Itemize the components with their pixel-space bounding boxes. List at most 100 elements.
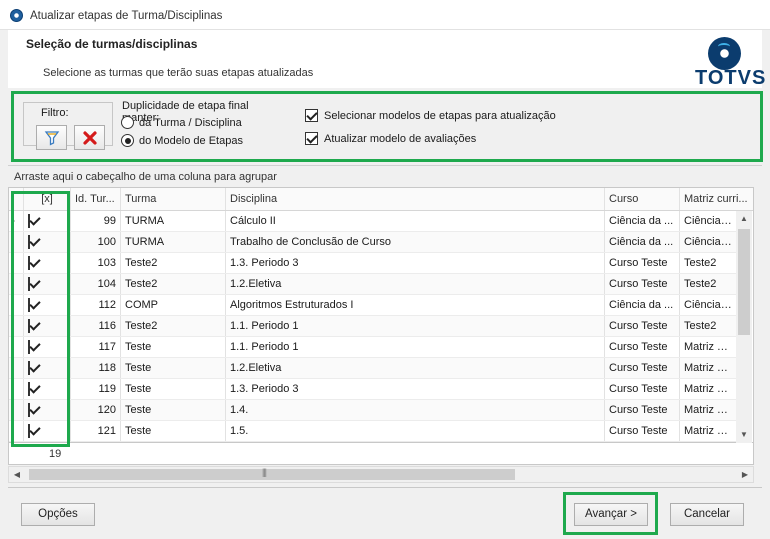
row-indicator <box>9 421 24 441</box>
row-checkbox[interactable] <box>28 403 30 417</box>
current-row-arrow-icon <box>11 218 15 224</box>
scroll-up-arrow-icon[interactable]: ▲ <box>736 211 752 227</box>
row-checkbox[interactable] <box>28 256 30 270</box>
vertical-scroll-thumb[interactable] <box>738 229 750 335</box>
horizontal-scroll-thumb[interactable] <box>29 467 515 480</box>
cell-id: 119 <box>71 379 121 399</box>
select-cell <box>24 337 71 357</box>
checkbox[interactable] <box>305 109 318 122</box>
filter-label: Filtro: <box>39 107 71 119</box>
cell-matriz: Teste2 <box>680 253 737 273</box>
cell-id: 104 <box>71 274 121 294</box>
cell-turma: TURMA <box>121 232 226 252</box>
row-indicator <box>9 295 24 315</box>
grid-header: [x] Id. Tur... Turma Disciplina Curso Ma… <box>9 188 753 211</box>
row-checkbox[interactable] <box>28 340 30 354</box>
cell-disciplina: 1.2.Eletiva <box>226 358 605 378</box>
table-row[interactable]: 116 Teste2 1.1. Periodo 1 Curso Teste Teste2 <box>9 316 737 337</box>
select-cell <box>24 295 71 315</box>
row-checkbox[interactable] <box>28 319 30 333</box>
cell-curso: Curso Teste <box>605 421 680 441</box>
horizontal-scrollbar[interactable]: ◀ ▶ <box>8 466 754 483</box>
radio-button[interactable] <box>121 134 134 147</box>
table-row[interactable]: 103 Teste2 1.3. Periodo 3 Curso Teste Teste2 <box>9 253 737 274</box>
table-row[interactable]: 121 Teste 1.5. Curso Teste Matriz Test <box>9 421 737 442</box>
cell-curso: Curso Teste <box>605 316 680 336</box>
cell-disciplina: 1.1. Periodo 1 <box>226 316 605 336</box>
cell-id: 116 <box>71 316 121 336</box>
vertical-scrollbar[interactable]: ▲ ▼ <box>736 211 752 443</box>
row-checkbox[interactable] <box>28 298 30 312</box>
duplicity-group: Duplicidade de etapa final manter: da Tu… <box>117 100 287 150</box>
cell-matriz: Teste2 <box>680 316 737 336</box>
scroll-left-arrow-icon[interactable]: ◀ <box>9 467 25 482</box>
row-checkbox[interactable] <box>28 214 30 228</box>
row-checkbox[interactable] <box>28 361 30 375</box>
radio-modelo-etapas[interactable]: do Modelo de Etapas <box>121 133 243 148</box>
cell-disciplina: 1.3. Periodo 3 <box>226 253 605 273</box>
select-cell <box>24 379 71 399</box>
cell-disciplina: 1.3. Periodo 3 <box>226 379 605 399</box>
group-by-bar[interactable]: Arraste aqui o cabeçalho de uma coluna p… <box>8 165 762 187</box>
next-button[interactable]: Avançar > <box>574 503 648 526</box>
scroll-down-arrow-icon[interactable]: ▼ <box>736 427 752 443</box>
app-icon <box>10 9 23 22</box>
row-checkbox[interactable] <box>28 382 30 396</box>
window-title: Atualizar etapas de Turma/Disciplinas <box>30 10 223 22</box>
row-checkbox[interactable] <box>28 235 30 249</box>
row-indicator <box>9 316 24 336</box>
column-header-select[interactable]: [x] <box>24 188 71 210</box>
column-header-matriz[interactable]: Matriz curri... <box>680 188 753 210</box>
row-indicator <box>9 358 24 378</box>
cell-turma: Teste2 <box>121 274 226 294</box>
cell-turma: Teste <box>121 337 226 357</box>
cell-matriz: Matriz Test <box>680 421 737 441</box>
group-by-hint: Arraste aqui o cabeçalho de uma coluna p… <box>14 171 277 183</box>
cell-matriz: Matriz Test <box>680 400 737 420</box>
checkbox[interactable] <box>305 132 318 145</box>
cancel-button[interactable]: Cancelar <box>670 503 744 526</box>
select-cell <box>24 400 71 420</box>
table-row[interactable]: 104 Teste2 1.2.Eletiva Curso Teste Teste2 <box>9 274 737 295</box>
column-header-turma[interactable]: Turma <box>121 188 226 210</box>
table-row[interactable]: 117 Teste 1.1. Periodo 1 Curso Teste Matriz … <box>9 337 737 358</box>
select-cell <box>24 421 71 441</box>
cell-id: 103 <box>71 253 121 273</box>
cell-matriz: Ciência da <box>680 232 737 252</box>
select-cell <box>24 274 71 294</box>
row-indicator <box>9 379 24 399</box>
select-cell <box>24 232 71 252</box>
radio-turma-disciplina[interactable]: da Turma / Disciplina <box>121 115 242 130</box>
row-checkbox[interactable] <box>28 424 30 438</box>
table-row[interactable]: 118 Teste 1.2.Eletiva Curso Teste Matriz Tes… <box>9 358 737 379</box>
checkbox-label: Selecionar modelos de etapas para atuali… <box>324 109 556 122</box>
table-row[interactable]: 120 Teste 1.4. Curso Teste Matriz Test <box>9 400 737 421</box>
clear-filter-button[interactable] <box>74 125 105 150</box>
table-row[interactable]: 100 TURMA Trabalho de Conclusão de Curso Ci… <box>9 232 737 253</box>
filter-group: Filtro: <box>23 102 113 150</box>
cell-disciplina: 1.2.Eletiva <box>226 274 605 294</box>
column-header-disciplina[interactable]: Disciplina <box>226 188 605 210</box>
radio-button[interactable] <box>121 116 134 129</box>
column-header-id[interactable]: Id. Tur... <box>71 188 121 210</box>
table-row[interactable]: 112 COMP Algoritmos Estruturados I Ciência … <box>9 295 737 316</box>
cell-turma: COMP <box>121 295 226 315</box>
page-title: Seleção de turmas/disciplinas <box>26 37 198 51</box>
options-button[interactable]: Opções <box>21 503 95 526</box>
title-bar: Atualizar etapas de Turma/Disciplinas <box>0 0 770 30</box>
row-checkbox[interactable] <box>28 277 30 291</box>
table-row[interactable]: 99 TURMA Cálculo II Ciência da ... Ciência d… <box>9 211 737 232</box>
checkbox-update-evaluation-model[interactable]: Atualizar modelo de avaliações <box>305 132 476 145</box>
filter-button[interactable] <box>36 125 67 150</box>
cell-disciplina: Algoritmos Estruturados I <box>226 295 605 315</box>
column-header-curso[interactable]: Curso <box>605 188 680 210</box>
page-subtitle: Selecione as turmas que terão suas etapa… <box>43 67 314 79</box>
table-row[interactable]: 119 Teste 1.3. Periodo 3 Curso Teste Matriz … <box>9 379 737 400</box>
checkbox-select-models[interactable]: Selecionar modelos de etapas para atuali… <box>305 109 556 122</box>
cell-turma: Teste <box>121 379 226 399</box>
cell-matriz: Matriz Test <box>680 358 737 378</box>
cell-disciplina: Cálculo II <box>226 211 605 231</box>
scroll-right-arrow-icon[interactable]: ▶ <box>737 467 753 482</box>
row-indicator <box>9 211 24 231</box>
wizard-header: Seleção de turmas/disciplinas Selecione … <box>8 30 762 88</box>
